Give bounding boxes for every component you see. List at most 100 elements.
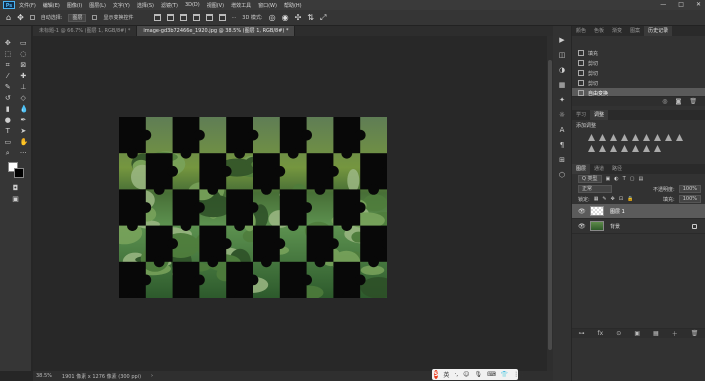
history-delete-icon[interactable]: 🗑 bbox=[689, 98, 697, 105]
menu-view[interactable]: 视图(V) bbox=[207, 2, 224, 9]
zoom-level[interactable]: 38.5% bbox=[36, 373, 52, 379]
filter-pixel-icon[interactable]: ▣ bbox=[606, 176, 611, 182]
posterize-icon[interactable] bbox=[621, 145, 628, 152]
vibrance-icon[interactable] bbox=[632, 134, 639, 141]
filter-type-icon[interactable]: T bbox=[623, 176, 626, 182]
adjust-strip-icon[interactable]: ☼ bbox=[558, 111, 566, 119]
align-left-icon[interactable] bbox=[192, 14, 200, 21]
maximize-button[interactable]: □ bbox=[678, 1, 684, 8]
play-icon[interactable]: ▶ bbox=[558, 36, 566, 44]
opacity-input[interactable]: 100% bbox=[678, 185, 701, 193]
scrollbar-thumb[interactable] bbox=[548, 60, 552, 350]
close-button[interactable]: ✕ bbox=[696, 1, 701, 8]
gradient-icon[interactable]: ▮ bbox=[4, 106, 11, 113]
crop-icon[interactable]: ⌗ bbox=[4, 62, 11, 69]
menu-type[interactable]: 文字(Y) bbox=[113, 2, 130, 9]
hand-icon[interactable]: ✋ bbox=[20, 139, 29, 146]
pen-icon[interactable]: ✒ bbox=[20, 117, 27, 124]
add-mask-icon[interactable]: ⊙ bbox=[616, 330, 621, 337]
tab-layers[interactable]: 图层 bbox=[572, 164, 591, 174]
align-center-icon[interactable] bbox=[205, 14, 213, 21]
ime-menu-icon[interactable]: ⋮⋮ bbox=[513, 371, 525, 378]
levels-icon[interactable] bbox=[599, 134, 606, 141]
libraries-icon[interactable]: ◫ bbox=[558, 51, 566, 59]
tab-color[interactable]: 颜色 bbox=[572, 26, 590, 36]
shape-icon[interactable]: ▭ bbox=[4, 139, 11, 146]
ime-punct-icon[interactable]: ·, bbox=[454, 371, 458, 378]
blend-mode-dropdown[interactable]: 正常 bbox=[578, 185, 612, 193]
lock-position-icon[interactable]: ✥ bbox=[611, 196, 615, 202]
drag-3d-icon[interactable]: ✣ bbox=[295, 13, 302, 22]
marquee-icon[interactable]: ⬚ bbox=[4, 51, 11, 58]
menu-filter[interactable]: 滤镜(T) bbox=[161, 2, 178, 9]
link-layers-icon[interactable]: ⊶ bbox=[579, 330, 585, 337]
eraser-icon[interactable]: ◇ bbox=[20, 95, 27, 102]
fx-icon[interactable]: fx bbox=[598, 330, 604, 337]
new-layer-icon[interactable]: ＋ bbox=[672, 329, 678, 338]
camera-icon[interactable]: ◙ bbox=[676, 98, 682, 105]
menu-plugins[interactable]: 增效工具 bbox=[231, 2, 251, 9]
brush-icon[interactable]: ✎ bbox=[4, 84, 11, 91]
shapes-icon[interactable]: ✦ bbox=[558, 96, 566, 104]
tab-image[interactable]: image-gd3b72466e_1920.jpg @ 38.5% (图层 1,… bbox=[137, 26, 296, 36]
ime-emoji-icon[interactable]: ☺ bbox=[463, 371, 469, 378]
stamp-icon[interactable]: ⊥ bbox=[20, 84, 27, 91]
lasso-icon[interactable]: ◌ bbox=[20, 51, 27, 58]
history-item[interactable]: 填充 bbox=[572, 48, 705, 58]
new-group-icon[interactable]: ▦ bbox=[653, 330, 659, 337]
type-icon[interactable]: T bbox=[4, 128, 11, 135]
filter-adjust-icon[interactable]: ◐ bbox=[614, 176, 618, 182]
slide-3d-icon[interactable]: ⇅ bbox=[307, 13, 314, 22]
move-tool-icon[interactable]: ✥ bbox=[17, 13, 24, 22]
gradient-map-icon[interactable] bbox=[643, 145, 650, 152]
channel-mixer-icon[interactable] bbox=[588, 145, 595, 152]
history-item[interactable]: 剪切 bbox=[572, 58, 705, 68]
tab-adjustments[interactable]: 调整 bbox=[590, 110, 609, 120]
ime-lang-toggle[interactable]: 英 bbox=[443, 370, 449, 379]
menu-edit[interactable]: 编辑(E) bbox=[43, 2, 60, 9]
quick-mask-icon[interactable]: ◘ bbox=[12, 185, 19, 192]
status-arrow-icon[interactable]: › bbox=[151, 373, 153, 379]
hue-icon[interactable] bbox=[643, 134, 650, 141]
auto-select-dropdown[interactable]: 图层 bbox=[68, 13, 87, 22]
filter-smart-icon[interactable]: ▤ bbox=[638, 176, 643, 182]
auto-select-checkbox[interactable] bbox=[29, 15, 35, 20]
history-brush-icon[interactable]: ↺ bbox=[4, 95, 11, 102]
layer-kind-filter[interactable]: Q 类型 bbox=[578, 175, 602, 183]
menu-file[interactable]: 文件(F) bbox=[19, 2, 36, 9]
character-icon[interactable]: A bbox=[558, 126, 566, 134]
filter-shape-icon[interactable]: ▢ bbox=[630, 176, 635, 182]
minimize-button[interactable]: — bbox=[660, 1, 666, 8]
align-top-icon[interactable] bbox=[153, 14, 161, 21]
tab-patterns[interactable]: 图案 bbox=[626, 26, 644, 36]
blur-icon[interactable]: 💧 bbox=[20, 106, 29, 113]
background-color[interactable] bbox=[14, 168, 24, 178]
menu-image[interactable]: 图像(I) bbox=[67, 2, 82, 9]
move-icon[interactable]: ✥ bbox=[4, 40, 11, 47]
curves-icon[interactable] bbox=[610, 134, 617, 141]
menu-layer[interactable]: 图层(L) bbox=[89, 2, 106, 9]
fill-input[interactable]: 100% bbox=[678, 195, 701, 203]
color-wheel-icon[interactable]: ◑ bbox=[558, 66, 566, 74]
layer-row-selected[interactable]: 👁 图层 1 bbox=[572, 204, 705, 219]
tab-history[interactable]: 历史记录 bbox=[644, 26, 673, 36]
document-image[interactable] bbox=[119, 117, 387, 298]
history-item[interactable]: 剪切 bbox=[572, 78, 705, 88]
color-lookup-icon[interactable] bbox=[599, 145, 606, 152]
frame-icon[interactable]: ⊠ bbox=[20, 62, 27, 69]
eyedropper-icon[interactable]: ⁄ bbox=[4, 73, 11, 80]
invert-icon[interactable] bbox=[610, 145, 617, 152]
ime-keyboard-icon[interactable]: ⌨ bbox=[487, 371, 496, 378]
swatches-icon[interactable]: ▦ bbox=[558, 81, 566, 89]
layer-name[interactable]: 图层 1 bbox=[610, 208, 625, 215]
layer-name[interactable]: 背景 bbox=[610, 223, 620, 230]
path-select-icon[interactable]: ➤ bbox=[20, 128, 27, 135]
roll-3d-icon[interactable]: ◉ bbox=[282, 13, 289, 22]
menu-window[interactable]: 窗口(W) bbox=[258, 2, 277, 9]
tab-swatches[interactable]: 色板 bbox=[590, 26, 608, 36]
tab-channels[interactable]: 通道 bbox=[590, 164, 608, 174]
menu-select[interactable]: 选择(S) bbox=[137, 2, 154, 9]
exposure-icon[interactable] bbox=[621, 134, 628, 141]
lock-transparent-icon[interactable]: ▦ bbox=[594, 196, 599, 202]
ime-mic-icon[interactable]: 🎙 bbox=[474, 371, 482, 378]
